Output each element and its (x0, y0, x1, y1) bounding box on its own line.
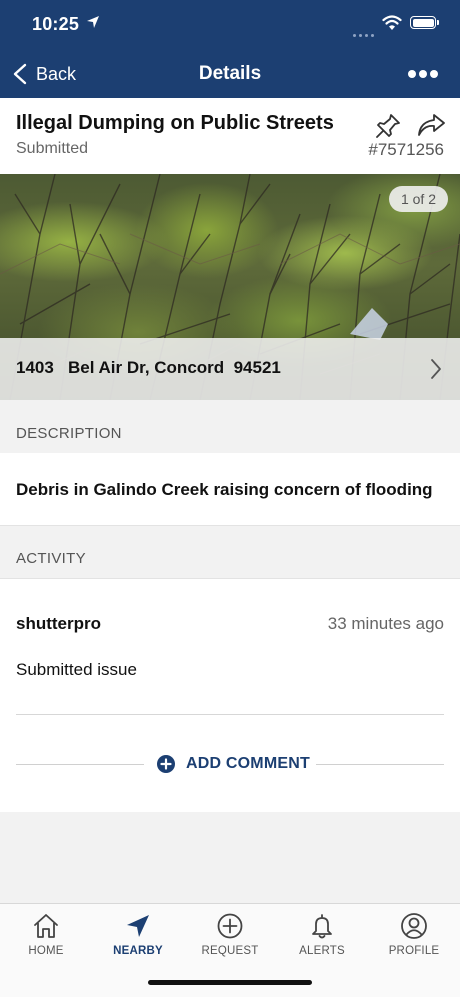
nav-bar: Back Details (0, 50, 460, 98)
address-row[interactable]: 1403 Bel Air Dr, Concord 94521 (0, 338, 460, 400)
address-text: 1403 Bel Air Dr, Concord 94521 (16, 358, 281, 377)
bell-icon (312, 914, 332, 939)
tab-home-label: HOME (28, 945, 64, 957)
page-title: Details (198, 63, 262, 84)
issue-title: Illegal Dumping on Public Streets (16, 112, 334, 134)
activity-divider (16, 714, 444, 715)
tab-request-label: REQUEST (201, 945, 259, 957)
plus-circle-filled-icon (157, 755, 175, 773)
tab-alerts-label: ALERTS (299, 945, 345, 957)
activity-action: Submitted issue (16, 660, 137, 679)
user-circle-icon (401, 913, 427, 939)
location-arrow-icon (87, 16, 99, 28)
comment-divider-left (16, 764, 144, 765)
activity-card: shutterpro 33 minutes ago Submitted issu… (0, 578, 460, 812)
photo-counter: 1 of 2 (388, 186, 448, 212)
description-text: Debris in Galindo Creek raising concern … (16, 480, 433, 499)
share-icon[interactable] (416, 112, 446, 138)
battery-icon (410, 16, 439, 29)
signal-dots-icon (350, 24, 374, 42)
house-icon (34, 914, 58, 938)
plus-circle-icon (217, 913, 243, 939)
pin-icon[interactable] (374, 112, 402, 140)
status-bar: 10:25 (0, 0, 460, 50)
navigation-arrow-icon (127, 915, 149, 937)
chevron-right-icon (431, 359, 441, 379)
issue-header: Illegal Dumping on Public Streets Submit… (0, 98, 460, 174)
home-indicator (148, 980, 312, 985)
add-comment-button[interactable]: ADD COMMENT (156, 753, 310, 775)
tab-profile-label: PROFILE (388, 945, 440, 957)
activity-time: 33 minutes ago (327, 614, 444, 633)
tab-nearby[interactable]: NEARBY (92, 910, 184, 966)
tab-nearby-label: NEARBY (113, 945, 163, 957)
add-comment-label: ADD COMMENT (186, 755, 310, 772)
ticket-number: #7571256 (368, 140, 444, 159)
activity-user: shutterpro (16, 614, 101, 633)
description-section-label: DESCRIPTION (16, 425, 122, 442)
issue-status: Submitted (16, 140, 89, 157)
comment-divider-right (316, 764, 444, 765)
more-options-icon[interactable] (405, 70, 438, 78)
activity-section-label: ACTIVITY (16, 550, 86, 567)
tab-home[interactable]: HOME (0, 910, 92, 966)
tab-request[interactable]: REQUEST (184, 910, 276, 966)
issue-photo[interactable]: 1 of 2 1403 Bel Air Dr, Concord 94521 (0, 174, 460, 400)
wifi-icon (382, 15, 402, 30)
tab-profile[interactable]: PROFILE (368, 910, 460, 966)
description-card: Debris in Galindo Creek raising concern … (0, 453, 460, 526)
tab-alerts[interactable]: ALERTS (276, 910, 368, 966)
status-time: 10:25 (32, 14, 80, 34)
